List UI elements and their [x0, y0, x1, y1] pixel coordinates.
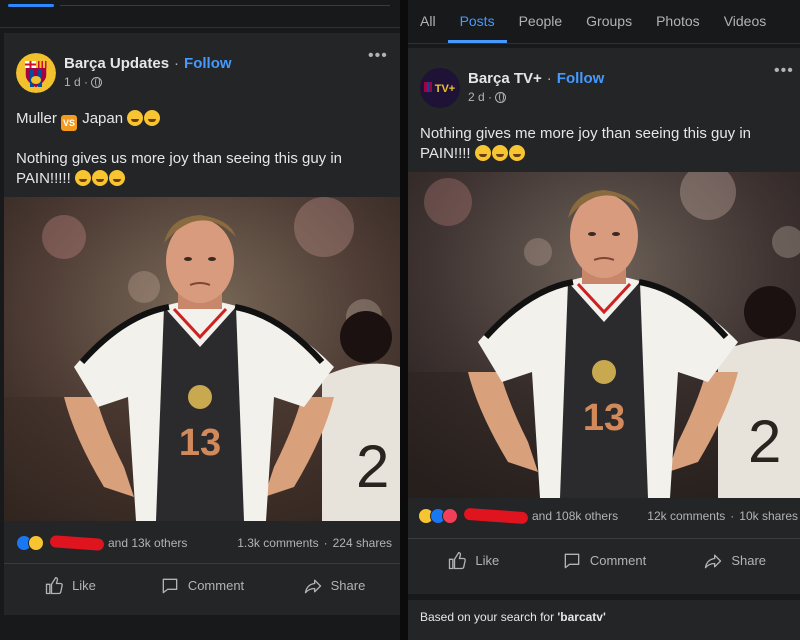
reactions-count[interactable]: and 13k others	[108, 536, 187, 550]
left-screenshot-panel: Barça Updates · Follow 1 d · ••• Muller VS…	[0, 0, 400, 640]
tab-all[interactable]: All	[420, 0, 436, 44]
globe-icon	[495, 91, 507, 103]
divider-line	[60, 5, 390, 6]
reactions-count[interactable]: and 108k others	[532, 509, 618, 523]
avatar-text: TV+	[435, 83, 455, 95]
follow-button[interactable]: Follow	[184, 55, 232, 72]
follow-button[interactable]: Follow	[557, 70, 605, 87]
post-stats: and 108k others 12k comments · 10k share…	[418, 507, 798, 525]
redaction-mark	[49, 535, 105, 551]
post-card: TV+ Barça TV+ · Follow 2 d · ••• Nothing g…	[408, 48, 800, 640]
laughing-emoji-icon	[74, 170, 91, 186]
tab-posts[interactable]: Posts	[447, 0, 507, 44]
post-text-line1: Muller VS Japan	[16, 109, 161, 131]
share-icon	[304, 579, 321, 593]
post-stats: and 13k others 1.3k comments · 224 share…	[16, 535, 392, 551]
like-button[interactable]: Like	[4, 564, 136, 607]
search-note-query[interactable]: 'barcatv'	[557, 610, 605, 624]
share-label: Share	[731, 553, 767, 568]
tab-people[interactable]: People	[519, 0, 563, 44]
barca-tv-logo[interactable]: TV+	[420, 68, 460, 108]
crying-emoji-icon	[508, 145, 525, 161]
post-body-text: Nothing gives me more joy than seeing th…	[420, 124, 780, 164]
redaction-mark	[463, 507, 529, 525]
share-button[interactable]: Share	[669, 539, 800, 582]
search-context-note: Based on your search for 'barcatv'	[408, 594, 800, 640]
laughing-emoji-icon	[474, 145, 491, 161]
globe-icon	[91, 76, 103, 88]
post-body: Nothing gives me more joy than seeing th…	[420, 125, 752, 162]
search-tabs: All Posts People Groups Photos Videos	[408, 0, 800, 44]
screenshot-divider	[400, 0, 408, 640]
name-separator: ·	[174, 55, 180, 72]
laughing-emoji-icon	[144, 110, 161, 126]
tab-groups[interactable]: Groups	[586, 0, 632, 44]
previous-post-strip	[0, 0, 400, 28]
post-photo[interactable]: 2 13	[4, 197, 400, 521]
like-icon	[449, 551, 467, 569]
name-separator: ·	[546, 70, 552, 87]
post-photo[interactable]: 2 13	[408, 172, 800, 498]
search-note-prefix: Based on your search for	[420, 610, 555, 624]
post-body: Nothing gives us more joy than seeing th…	[16, 150, 343, 187]
share-button[interactable]: Share	[268, 564, 400, 607]
page-name[interactable]: Barça TV+	[468, 70, 542, 87]
post-body-text: Nothing gives us more joy than seeing th…	[16, 149, 376, 189]
jersey-number: 13	[179, 422, 221, 464]
post-text-player: Muller	[16, 110, 57, 127]
like-icon	[45, 576, 63, 594]
stats-separator: ·	[730, 509, 735, 523]
more-options-icon[interactable]: •••	[368, 47, 388, 65]
comment-label: Comment	[589, 553, 647, 568]
like-label: Like	[72, 578, 96, 593]
jersey-number: 13	[583, 397, 625, 439]
post-actions: Like Comment Share	[408, 538, 800, 582]
post-header: TV+ Barça TV+ · Follow 2 d ·	[420, 68, 604, 112]
post-time[interactable]: 1 d ·	[64, 75, 88, 89]
crying-emoji-icon	[108, 170, 125, 186]
more-options-icon[interactable]: •••	[774, 62, 794, 80]
share-icon	[705, 554, 722, 568]
share-label: Share	[330, 578, 366, 593]
feed-gap	[0, 615, 400, 640]
comments-count[interactable]: 1.3k comments	[237, 536, 318, 550]
comment-icon	[564, 553, 580, 568]
vs-icon: VS	[61, 115, 78, 131]
post-actions: Like Comment Share	[4, 563, 400, 607]
comment-button[interactable]: Comment	[136, 564, 268, 607]
post-time[interactable]: 2 d ·	[468, 90, 492, 104]
love-reaction-icon[interactable]	[442, 508, 458, 524]
svg-text:2: 2	[356, 433, 389, 500]
comment-icon	[162, 578, 178, 593]
page-name[interactable]: Barça Updates	[64, 55, 169, 72]
like-label: Like	[475, 553, 500, 568]
stats-separator: ·	[323, 536, 328, 550]
crying-emoji-icon	[491, 145, 508, 161]
haha-reaction-icon[interactable]	[28, 535, 44, 551]
tab-photos[interactable]: Photos	[656, 0, 700, 44]
post-text-opponent: Japan	[82, 110, 124, 127]
barca-crest-icon[interactable]	[16, 53, 56, 93]
active-tab-indicator	[8, 4, 54, 7]
svg-text:2: 2	[748, 408, 781, 475]
shares-count[interactable]: 10k shares	[739, 509, 798, 523]
right-screenshot-panel: All Posts People Groups Photos Videos TV…	[408, 0, 800, 640]
tab-videos[interactable]: Videos	[724, 0, 767, 44]
comments-count[interactable]: 12k comments	[647, 509, 725, 523]
shares-count[interactable]: 224 shares	[333, 536, 392, 550]
comment-button[interactable]: Comment	[539, 539, 670, 582]
crying-emoji-icon	[91, 170, 108, 186]
post-header: Barça Updates · Follow 1 d ·	[16, 53, 232, 97]
post-card: Barça Updates · Follow 1 d · ••• Muller VS…	[4, 33, 400, 615]
comment-label: Comment	[187, 578, 245, 593]
like-button[interactable]: Like	[408, 539, 539, 582]
person-emoji-icon	[127, 110, 144, 126]
